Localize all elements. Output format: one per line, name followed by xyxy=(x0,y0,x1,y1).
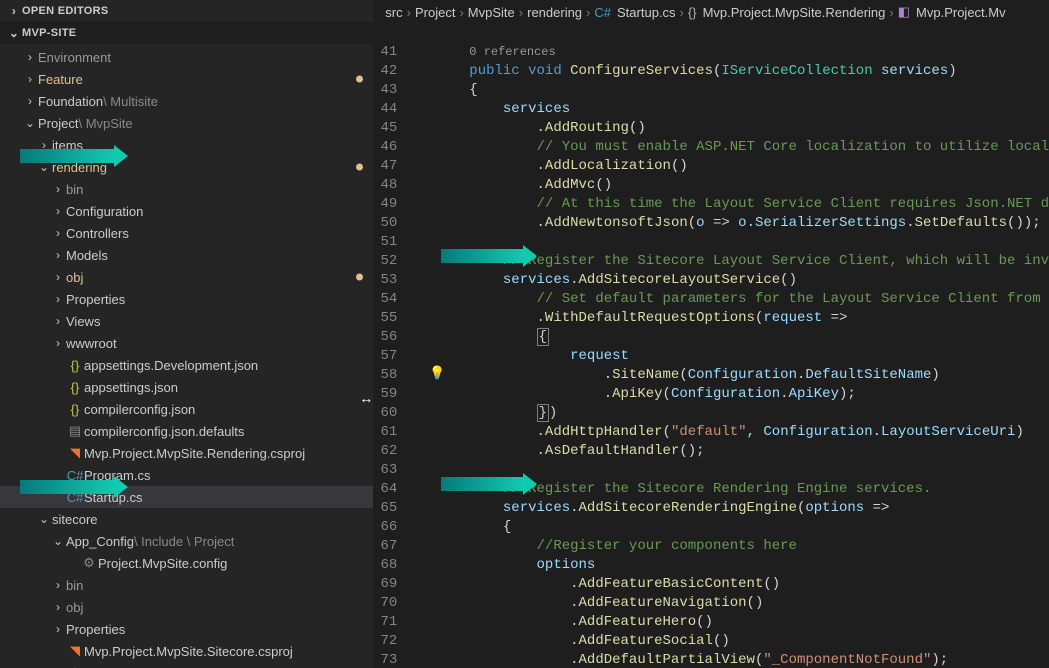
project-section[interactable]: ⌄ MVP-SITE xyxy=(0,22,373,44)
tree-folder[interactable]: ⌄sitecore xyxy=(0,508,373,530)
tree-folder[interactable]: ›Controllers xyxy=(0,222,373,244)
line-number: 71 xyxy=(373,613,407,632)
modified-dot-icon xyxy=(356,76,363,83)
line-number: 44 xyxy=(373,100,407,119)
line-number: 55 xyxy=(373,309,407,328)
csharp-icon: C# xyxy=(66,490,84,505)
tree-folder[interactable]: ›Feature xyxy=(0,68,373,90)
tree-file[interactable]: {}compilerconfig.json xyxy=(0,398,373,420)
line-number: 73 xyxy=(373,651,407,668)
line-number: 70 xyxy=(373,594,407,613)
line-number: 47 xyxy=(373,157,407,176)
json-icon: {} xyxy=(66,380,84,395)
tree-folder[interactable]: ›bin xyxy=(0,178,373,200)
line-number: 52 xyxy=(373,252,407,271)
line-number: 46 xyxy=(373,138,407,157)
tree-folder[interactable]: ›Models xyxy=(0,244,373,266)
tree-folder[interactable]: ›obj xyxy=(0,266,373,288)
line-number: 43 xyxy=(373,81,407,100)
tree-folder[interactable]: ›obj xyxy=(0,596,373,618)
line-number: 59 xyxy=(373,385,407,404)
tree-folder[interactable]: ›Properties xyxy=(0,288,373,310)
tree-folder[interactable]: ›Foundation \ Multisite xyxy=(0,90,373,112)
tree-file[interactable]: ◥Mvp.Project.MvpSite.Sitecore.csproj xyxy=(0,640,373,662)
json-icon: {} xyxy=(66,402,84,417)
csproj-icon: ◥ xyxy=(66,643,84,659)
line-number: 42 xyxy=(373,62,407,81)
glyph-margin: 💡 xyxy=(407,24,451,668)
tree-folder[interactable]: ⌄App_Config \ Include \ Project xyxy=(0,530,373,552)
namespace-icon: {} xyxy=(688,5,697,20)
line-number: 65 xyxy=(373,499,407,518)
tree-folder-rendering[interactable]: ⌄rendering xyxy=(0,156,373,178)
tree-folder[interactable]: ›Views xyxy=(0,310,373,332)
line-number: 56 xyxy=(373,328,407,347)
line-number: 48 xyxy=(373,176,407,195)
line-number: 45 xyxy=(373,119,407,138)
line-number: 61 xyxy=(373,423,407,442)
line-number: 50 xyxy=(373,214,407,233)
breadcrumb[interactable]: src› Project› MvpSite› rendering› C#Star… xyxy=(373,0,1049,24)
tree-file[interactable]: ⚙Project.MvpSite.config xyxy=(0,552,373,574)
line-number: 69 xyxy=(373,575,407,594)
line-number-gutter: 4142434445464748495051525354555657585960… xyxy=(373,24,407,668)
section-label: MVP-SITE xyxy=(22,27,76,39)
tree-folder[interactable]: ›items xyxy=(0,134,373,156)
line-number: 67 xyxy=(373,537,407,556)
gear-icon: ⚙ xyxy=(80,555,98,571)
chevron-down-icon: ⌄ xyxy=(6,26,22,40)
line-number: 68 xyxy=(373,556,407,575)
tree-file[interactable]: ▤compilerconfig.json.defaults xyxy=(0,420,373,442)
tree-folder[interactable]: ›Environment xyxy=(0,46,373,68)
class-icon: ◧ xyxy=(898,4,910,20)
tree-folder[interactable]: ›Configuration xyxy=(0,200,373,222)
line-number: 41 xyxy=(373,43,407,62)
line-number: 57 xyxy=(373,347,407,366)
file-icon: ▤ xyxy=(66,423,84,439)
code-content[interactable]: 0 referencespublic void ConfigureService… xyxy=(451,24,1049,668)
modified-dot-icon xyxy=(356,274,363,281)
json-icon: {} xyxy=(66,358,84,373)
section-label: OPEN EDITORS xyxy=(22,5,109,17)
tree-folder[interactable]: ›Properties xyxy=(0,618,373,640)
line-number: 51 xyxy=(373,233,407,252)
tree-file[interactable]: ⚙Web.config xyxy=(0,662,373,668)
line-number: 53 xyxy=(373,271,407,290)
line-number: 60 xyxy=(373,404,407,423)
file-tree: ›Environment ›Feature ›Foundation \ Mult… xyxy=(0,44,373,668)
csharp-icon: C# xyxy=(594,5,611,20)
tree-file[interactable]: C#Program.cs xyxy=(0,464,373,486)
line-number: 64 xyxy=(373,480,407,499)
line-number: 54 xyxy=(373,290,407,309)
codelens[interactable]: 0 references xyxy=(469,43,1049,62)
tree-folder[interactable]: ›bin xyxy=(0,574,373,596)
line-number: 49 xyxy=(373,195,407,214)
explorer-sidebar: › OPEN EDITORS ⌄ MVP-SITE ›Environment ›… xyxy=(0,0,373,668)
tree-folder[interactable]: ›wwwroot xyxy=(0,332,373,354)
tree-folder[interactable]: ⌄Project \ MvpSite xyxy=(0,112,373,134)
chevron-right-icon: › xyxy=(6,4,22,18)
line-number: 63 xyxy=(373,461,407,480)
csproj-icon: ◥ xyxy=(66,445,84,461)
line-number: 72 xyxy=(373,632,407,651)
modified-dot-icon xyxy=(356,164,363,171)
tree-file[interactable]: ◥Mvp.Project.MvpSite.Rendering.csproj xyxy=(0,442,373,464)
tree-file[interactable]: {}appsettings.Development.json xyxy=(0,354,373,376)
line-number: 58 xyxy=(373,366,407,385)
line-number: 66 xyxy=(373,518,407,537)
lightbulb-icon[interactable]: 💡 xyxy=(429,366,445,381)
open-editors-section[interactable]: › OPEN EDITORS xyxy=(0,0,373,22)
tree-file-startup[interactable]: C#Startup.cs xyxy=(0,486,373,508)
tree-file[interactable]: {}appsettings.json xyxy=(0,376,373,398)
code-editor[interactable]: 4142434445464748495051525354555657585960… xyxy=(373,24,1049,668)
csharp-icon: C# xyxy=(66,468,84,483)
line-number: 62 xyxy=(373,442,407,461)
